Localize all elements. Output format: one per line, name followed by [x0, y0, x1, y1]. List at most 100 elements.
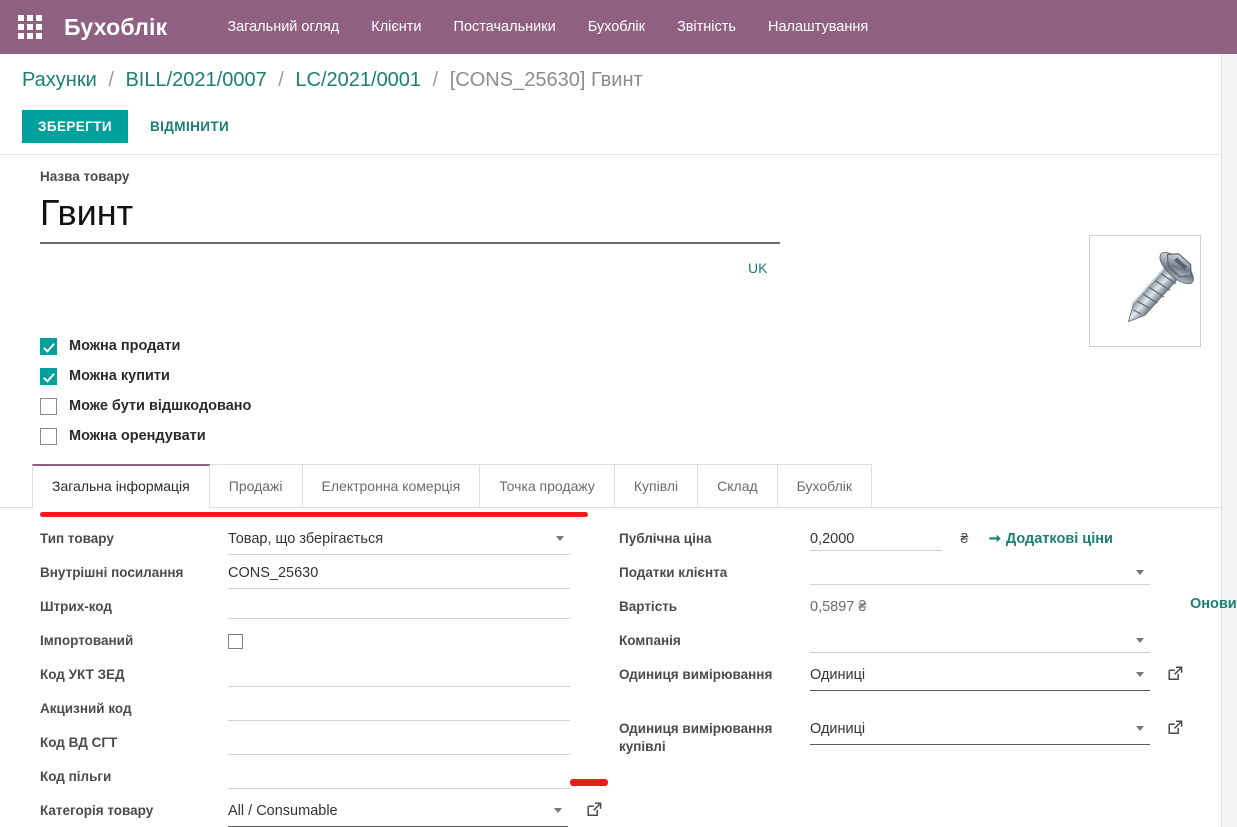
navlink-configuration[interactable]: Налаштування — [768, 19, 868, 35]
input-benefit-code[interactable] — [228, 761, 570, 789]
top-navbar: Бухоблік Загальний огляд Клієнти Постача… — [0, 0, 1237, 54]
save-button[interactable]: ЗБЕРЕГТИ — [22, 110, 128, 143]
navlink-reporting[interactable]: Звітність — [677, 19, 736, 35]
select-customer-taxes[interactable] — [810, 557, 1150, 585]
field-product-category: Категорія товару All / Consumable — [40, 795, 570, 827]
tab-accounting[interactable]: Бухоблік — [777, 464, 872, 507]
field-vd-sgt-code: Код ВД СГТ — [40, 727, 570, 761]
open-purchase-unit-of-measure-external-link-icon[interactable] — [1167, 719, 1183, 735]
main-sheet: Рахунки / BILL/2021/0007 / LC/2021/0001 … — [0, 54, 1222, 827]
field-ukt-zed-code: Код УКТ ЗЕД — [40, 659, 570, 693]
checkbox-can-be-purchased[interactable] — [40, 368, 57, 385]
product-name-label: Назва товару — [40, 169, 780, 184]
field-excise-code: Акцизний код — [40, 693, 570, 727]
navlink-accounting[interactable]: Бухоблік — [588, 19, 645, 35]
label-customer-taxes: Податки клієнта — [619, 557, 810, 582]
currency-symbol: ₴ — [960, 530, 968, 546]
tab-general-information[interactable]: Загальна інформація — [32, 464, 210, 507]
tab-sales[interactable]: Продажі — [209, 464, 303, 507]
field-purchase-unit-of-measure: Одиниця вимірювання купівлі Одиниці — [619, 713, 1179, 756]
apps-grid-icon[interactable] — [18, 15, 42, 39]
field-internal-reference: Внутрішні посилання CONS_25630 — [40, 557, 570, 591]
value-public-price: 0,2000 — [810, 528, 854, 550]
tab-point-of-sale[interactable]: Точка продажу — [479, 464, 615, 507]
tab-ecommerce[interactable]: Електронна комерція — [302, 464, 481, 507]
input-excise-code[interactable] — [228, 693, 570, 721]
navlink-customers[interactable]: Клієнти — [371, 19, 421, 35]
breadcrumb-separator-2: / — [278, 69, 284, 91]
label-ukt-zed-code: Код УКТ ЗЕД — [40, 659, 228, 684]
label-unit-of-measure: Одиниця вимірювання — [619, 659, 810, 684]
field-barcode: Штрих-код — [40, 591, 570, 625]
select-purchase-unit-of-measure[interactable]: Одиниці — [810, 713, 1150, 745]
select-product-category[interactable]: All / Consumable — [228, 795, 568, 827]
value-internal-reference: CONS_25630 — [228, 562, 318, 584]
label-company: Компанія — [619, 625, 810, 650]
input-vd-sgt-code[interactable] — [228, 727, 570, 755]
product-name-block: Назва товару Гвинт — [40, 169, 780, 244]
flag-can-be-purchased-row: Можна купити — [40, 361, 251, 391]
field-company: Компанія — [619, 625, 1179, 659]
select-product-type[interactable]: Товар, що зберігається — [228, 523, 570, 555]
open-product-category-external-link-icon[interactable] — [586, 801, 602, 817]
input-public-price[interactable]: 0,2000 — [810, 528, 942, 551]
select-company[interactable] — [810, 625, 1150, 653]
checkbox-imported[interactable] — [228, 634, 243, 649]
extra-prices-link[interactable]: ➞Додаткові ціни — [989, 531, 1113, 547]
brand-title[interactable]: Бухоблік — [64, 14, 167, 41]
open-unit-of-measure-external-link-icon[interactable] — [1167, 665, 1183, 681]
tab-bar: Загальна інформація Продажі Електронна к… — [32, 464, 871, 507]
flag-can-be-rented-row: Можна орендувати — [40, 421, 251, 451]
field-public-price: Публічна ціна 0,2000 ₴ ➞Додаткові ціни — [619, 523, 1179, 557]
value-product-type: Товар, що зберігається — [228, 528, 383, 550]
flag-can-be-sold-row: Можна продати — [40, 331, 251, 361]
label-vd-sgt-code: Код ВД СГТ — [40, 727, 228, 752]
update-cost-button[interactable]: Оновити вартість — [1190, 596, 1237, 612]
field-imported: Імпортований — [40, 625, 570, 659]
cost-value-wrap: 0,5897 ₴ Оновити вартість — [810, 591, 1179, 622]
breadcrumb: Рахунки / BILL/2021/0007 / LC/2021/0001 … — [22, 69, 643, 92]
record-action-bar: ЗБЕРЕГТИ ВІДМІНИТИ — [22, 110, 235, 143]
breadcrumb-separator-1: / — [108, 69, 114, 91]
breadcrumb-item-invoices[interactable]: Рахунки — [22, 69, 97, 91]
breadcrumb-item-lc[interactable]: LC/2021/0001 — [295, 69, 421, 91]
chevron-down-icon[interactable] — [1136, 638, 1144, 643]
annotation-underline-category-link — [570, 779, 608, 786]
navlink-vendors[interactable]: Постачальники — [454, 19, 556, 35]
public-price-value-wrap: 0,2000 ₴ ➞Додаткові ціни — [810, 523, 1179, 555]
breadcrumb-item-current: [CONS_25630] Гвинт — [450, 69, 643, 91]
select-unit-of-measure[interactable]: Одиниці — [810, 659, 1150, 691]
navlink-overview[interactable]: Загальний огляд — [227, 19, 339, 35]
checkbox-can-be-sold[interactable] — [40, 338, 57, 355]
field-unit-of-measure: Одиниця вимірювання Одиниці — [619, 659, 1179, 693]
tab-purchase[interactable]: Купівлі — [614, 464, 698, 507]
chevron-down-icon[interactable] — [1136, 570, 1144, 575]
form-column-left: Тип товару Товар, що зберігається Внутрі… — [40, 523, 570, 827]
chevron-down-icon[interactable] — [1136, 672, 1144, 677]
flag-can-be-expensed-row: Може бути відшкодовано — [40, 391, 251, 421]
checkbox-can-be-expensed[interactable] — [40, 398, 57, 415]
input-internal-reference[interactable]: CONS_25630 — [228, 557, 570, 589]
tab-inventory[interactable]: Склад — [697, 464, 778, 507]
product-name-input[interactable]: Гвинт — [40, 190, 780, 244]
product-image[interactable] — [1089, 235, 1201, 347]
annotation-underline-product-type — [40, 512, 588, 517]
flag-can-be-rented-label: Можна орендувати — [69, 428, 206, 444]
flag-can-be-expensed-label: Може бути відшкодовано — [69, 398, 251, 414]
app-page: Бухоблік Загальний огляд Клієнти Постача… — [0, 0, 1237, 827]
chevron-down-icon[interactable] — [556, 536, 564, 541]
value-purchase-unit-of-measure: Одиниці — [810, 718, 865, 740]
screw-icon — [1090, 236, 1200, 346]
checkbox-can-be-rented[interactable] — [40, 428, 57, 445]
input-barcode[interactable] — [228, 591, 570, 619]
label-public-price: Публічна ціна — [619, 523, 810, 548]
discard-button[interactable]: ВІДМІНИТИ — [144, 110, 235, 143]
label-benefit-code: Код пільги — [40, 761, 228, 786]
language-badge[interactable]: UK — [748, 260, 767, 276]
breadcrumb-item-bill[interactable]: BILL/2021/0007 — [125, 69, 266, 91]
breadcrumb-separator-3: / — [433, 69, 439, 91]
chevron-down-icon[interactable] — [1136, 726, 1144, 731]
input-ukt-zed-code[interactable] — [228, 659, 570, 687]
value-cost: 0,5897 ₴ — [810, 596, 866, 618]
chevron-down-icon[interactable] — [554, 808, 562, 813]
